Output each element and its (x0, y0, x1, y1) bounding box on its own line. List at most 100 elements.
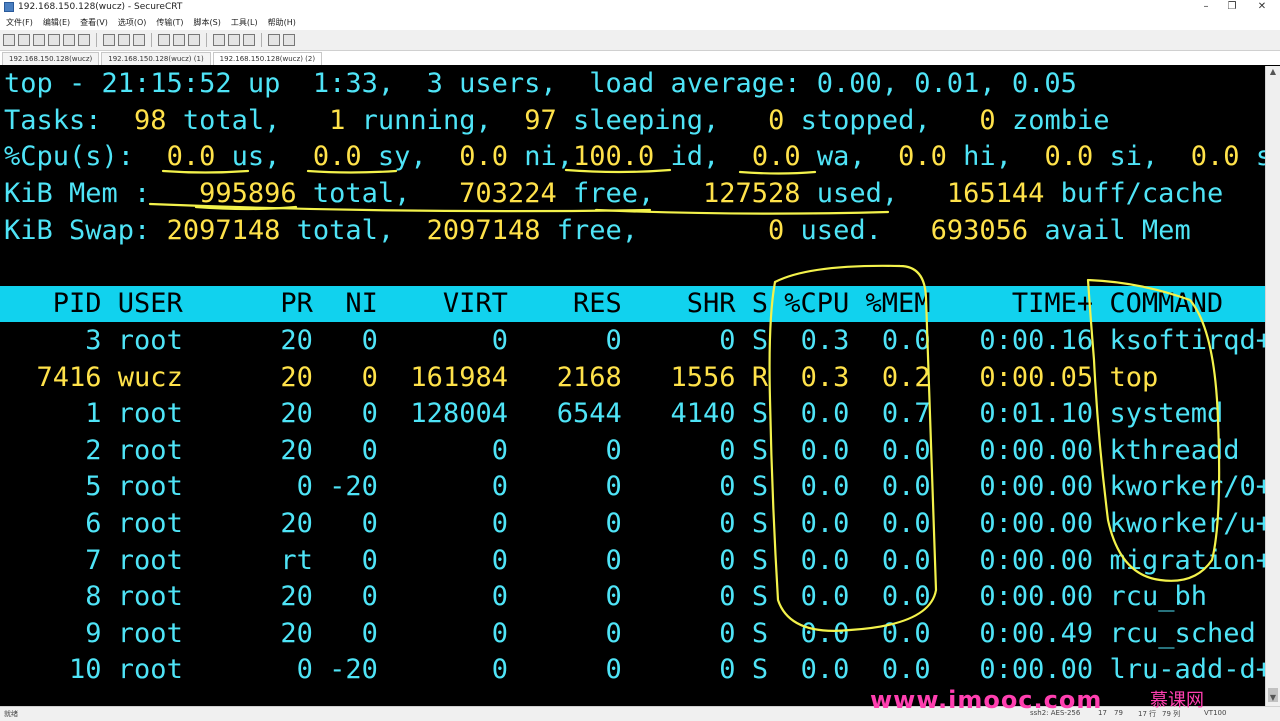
process-shr: 0 (638, 434, 752, 466)
connect-tab-icon[interactable] (33, 34, 45, 46)
tasks-stopped-label: stopped, (784, 105, 947, 136)
process-time: 0:00.05 (946, 361, 1110, 393)
process-pr: 20 (264, 581, 330, 613)
pin-icon[interactable] (243, 34, 255, 46)
process-cmd: kthreadd (1109, 434, 1240, 466)
process-pid: 5 (4, 471, 118, 503)
cpu-us: 0.0 (150, 141, 216, 172)
vertical-scrollbar[interactable]: ▲ ▼ (1265, 66, 1280, 706)
tasks-line: Tasks: 98 total, 1 running, 97 sleeping,… (4, 103, 1109, 139)
cpu-sy-label: sy, (361, 141, 443, 172)
process-res: 0 (524, 617, 639, 649)
process-pr: 20 (264, 617, 330, 649)
process-s: S (751, 654, 785, 686)
process-mem: 0.0 (865, 434, 947, 466)
process-cmd: rcu_sched (1109, 617, 1256, 649)
help-icon[interactable] (268, 34, 280, 46)
menu-help[interactable]: 帮助(H) (268, 17, 296, 28)
reconnect-all-icon[interactable] (78, 34, 90, 46)
process-row: 1 root 20 0 128004 6544 4140 S 0.0 0.7 0… (4, 396, 1223, 432)
session-tab-active[interactable]: 192.168.150.128(wucz) (2) (212, 52, 323, 65)
cpu-id: 100.0 (573, 141, 655, 172)
scroll-up-icon[interactable]: ▲ (1266, 66, 1280, 78)
menu-script[interactable]: 脚本(S) (194, 17, 221, 28)
process-ni: 0 (329, 508, 395, 539)
tasks-total-label: total, (166, 105, 297, 136)
process-pid: 6 (4, 508, 118, 539)
mem-buff-cache-label: buff/cache (1044, 178, 1224, 209)
status-ready: 就绪 (4, 710, 18, 718)
process-cpu: 0.0 (784, 617, 866, 649)
process-mem: 0.2 (865, 361, 947, 393)
minimize-button[interactable]: – (1194, 0, 1218, 14)
mem-used-label: used, (800, 178, 915, 209)
process-mem: 0.0 (865, 325, 947, 356)
paste-icon[interactable] (118, 34, 130, 46)
process-pr: 20 (264, 508, 330, 539)
process-row: 3 root 20 0 0 0 0 S 0.3 0.0 0:00.16 ksof… (4, 323, 1272, 359)
process-shr: 0 (638, 654, 752, 686)
process-row: 9 root 20 0 0 0 0 S 0.0 0.0 0:00.49 rcu_… (4, 616, 1256, 652)
settings-icon[interactable] (228, 34, 240, 46)
session-tab[interactable]: 192.168.150.128(wucz) (1) (101, 52, 211, 65)
process-time: 0:00.00 (946, 434, 1110, 466)
process-time: 0:00.00 (946, 544, 1110, 576)
process-ni: 0 (329, 544, 395, 576)
process-res: 0 (524, 508, 639, 539)
session-options-icon[interactable] (188, 34, 200, 46)
window-title: 192.168.150.128(wucz) - SecureCRT (18, 2, 183, 12)
process-cpu: 0.0 (784, 581, 866, 613)
menu-tools[interactable]: 工具(L) (231, 17, 258, 28)
process-s: S (751, 398, 785, 430)
scroll-down-icon[interactable]: ▼ (1266, 692, 1280, 704)
print-icon[interactable] (173, 34, 185, 46)
sftp-icon[interactable] (158, 34, 170, 46)
reconnect-icon[interactable] (48, 34, 60, 46)
process-time: 0:00.00 (946, 581, 1110, 613)
menu-options[interactable]: 选项(O) (118, 17, 147, 28)
process-ni: -20 (329, 654, 395, 686)
process-mem: 0.0 (865, 654, 947, 686)
process-cmd: ksoftirqd+ (1109, 325, 1273, 356)
maximize-button[interactable]: ❐ (1220, 0, 1244, 14)
tasks-running-label: running, (345, 105, 508, 136)
process-s: S (751, 508, 785, 539)
process-pid: 7 (4, 544, 118, 576)
process-user: root (117, 471, 265, 503)
menu-transfer[interactable]: 传输(T) (156, 17, 183, 28)
process-row: 7416 wucz 20 0 161984 2168 1556 R 0.3 0.… (4, 360, 1159, 396)
process-shr: 0 (638, 325, 752, 356)
find-icon[interactable] (133, 34, 145, 46)
title-bar: 192.168.150.128(wucz) - SecureCRT – ❐ ✕ (0, 0, 1280, 14)
close-button[interactable]: ✕ (1250, 0, 1274, 14)
cpu-us-label: us, (215, 141, 297, 172)
process-pr: rt (264, 544, 330, 576)
connect-icon[interactable] (3, 34, 15, 46)
process-pr: 20 (264, 325, 330, 356)
process-res: 6544 (524, 398, 639, 430)
screen-icon[interactable] (283, 34, 295, 46)
menu-edit[interactable]: 编辑(E) (43, 17, 70, 28)
process-cpu: 0.0 (784, 434, 866, 466)
tasks-sleeping-label: sleeping, (556, 105, 736, 136)
toolbar-separator (261, 33, 262, 47)
mem-buff-cache: 165144 (914, 178, 1045, 209)
terminal-output[interactable]: top - 21:15:52 up 1:33, 3 users, load av… (0, 66, 1280, 706)
process-res: 0 (524, 581, 639, 613)
process-table-header-text: PID USER PR NI VIRT RES SHR S %CPU %MEM … (4, 288, 1224, 319)
top-summary-line: top - 21:15:52 up 1:33, 3 users, load av… (4, 68, 1077, 99)
session-tab-bar: 192.168.150.128(wucz) 192.168.150.128(wu… (0, 51, 1280, 65)
process-user: root (117, 508, 265, 539)
quick-connect-icon[interactable] (18, 34, 30, 46)
swap-label: KiB Swap: (4, 215, 167, 246)
session-tab[interactable]: 192.168.150.128(wucz) (2, 52, 100, 65)
cpu-si: 0.0 (1028, 141, 1094, 172)
process-time: 0:00.00 (946, 654, 1110, 686)
process-user: root (117, 398, 265, 430)
process-mem: 0.0 (865, 544, 947, 576)
keymap-icon[interactable] (213, 34, 225, 46)
menu-view[interactable]: 查看(V) (80, 17, 108, 28)
copy-icon[interactable] (103, 34, 115, 46)
disconnect-icon[interactable] (63, 34, 75, 46)
menu-file[interactable]: 文件(F) (6, 17, 33, 28)
